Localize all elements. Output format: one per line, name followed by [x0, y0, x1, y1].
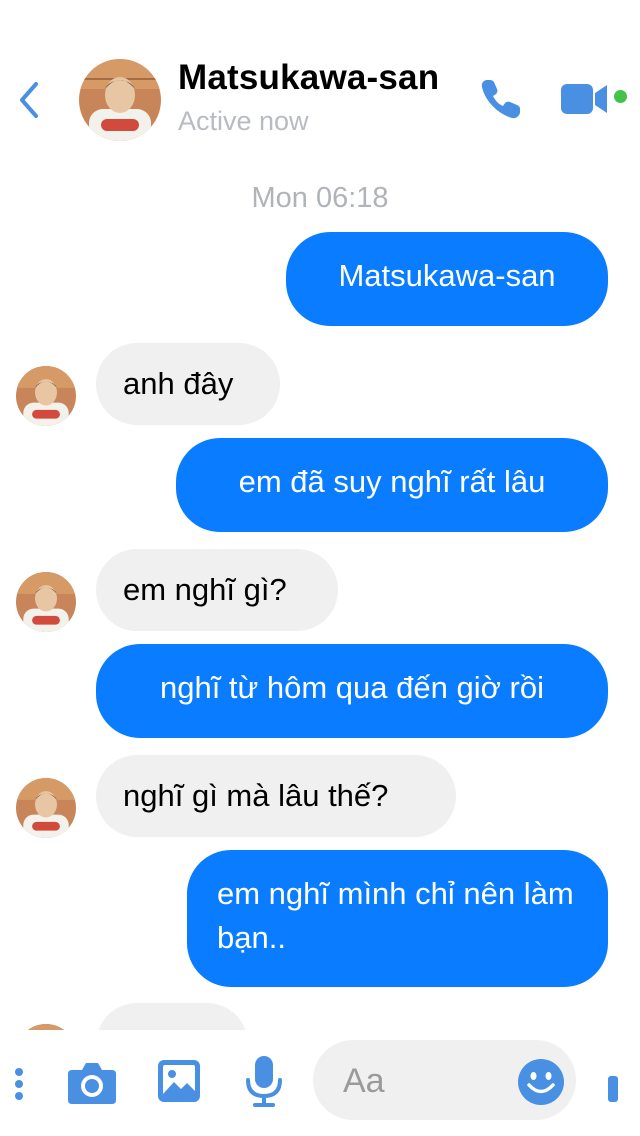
image-icon — [158, 1060, 200, 1102]
voice-call-button[interactable] — [478, 76, 524, 122]
incoming-message[interactable]: nghĩ gì mà lâu thế? — [96, 755, 456, 837]
contact-avatar[interactable] — [79, 59, 161, 141]
active-status: Active now — [178, 106, 309, 136]
incoming-message[interactable]: anh đây — [96, 343, 280, 425]
like-button[interactable] — [606, 1074, 620, 1104]
camera-icon — [68, 1063, 116, 1104]
contact-name[interactable]: Matsukawa-san — [178, 58, 439, 98]
more-button[interactable] — [12, 1064, 26, 1104]
video-call-button[interactable] — [560, 80, 610, 118]
contact-avatar-small[interactable] — [16, 778, 76, 838]
back-button[interactable] — [14, 80, 48, 120]
contact-avatar-small[interactable] — [16, 366, 76, 426]
avatar-image — [16, 778, 76, 838]
avatar-image — [16, 572, 76, 632]
gallery-button[interactable] — [156, 1058, 202, 1104]
like-icon — [608, 1076, 618, 1102]
outgoing-message[interactable]: em đã suy nghĩ rất lâu — [176, 438, 608, 532]
online-indicator — [614, 90, 627, 103]
avatar-image — [16, 366, 76, 426]
camera-button[interactable] — [66, 1060, 118, 1106]
avatar-image — [79, 59, 161, 141]
more-icon — [15, 1068, 23, 1100]
phone-icon — [481, 80, 520, 119]
outgoing-message[interactable]: nghĩ từ hôm qua đến giờ rồi — [96, 644, 608, 738]
incoming-message[interactable]: em nghĩ gì? — [96, 549, 338, 631]
contact-avatar-small[interactable] — [16, 572, 76, 632]
voice-record-button[interactable] — [244, 1054, 284, 1108]
video-camera-icon — [561, 84, 607, 114]
microphone-icon — [246, 1056, 282, 1107]
message-input[interactable] — [341, 1056, 505, 1106]
outgoing-message[interactable]: em nghĩ mình chỉ nên làm bạn.. — [187, 850, 608, 987]
outgoing-message[interactable]: Matsukawa-san — [286, 232, 608, 326]
chat-header: Matsukawa-san Active now — [0, 0, 640, 160]
conversation-timestamp: Mon 06:18 — [251, 182, 389, 214]
back-chevron-icon — [20, 82, 38, 118]
emoji-icon — [518, 1059, 564, 1105]
emoji-button[interactable] — [517, 1058, 565, 1106]
